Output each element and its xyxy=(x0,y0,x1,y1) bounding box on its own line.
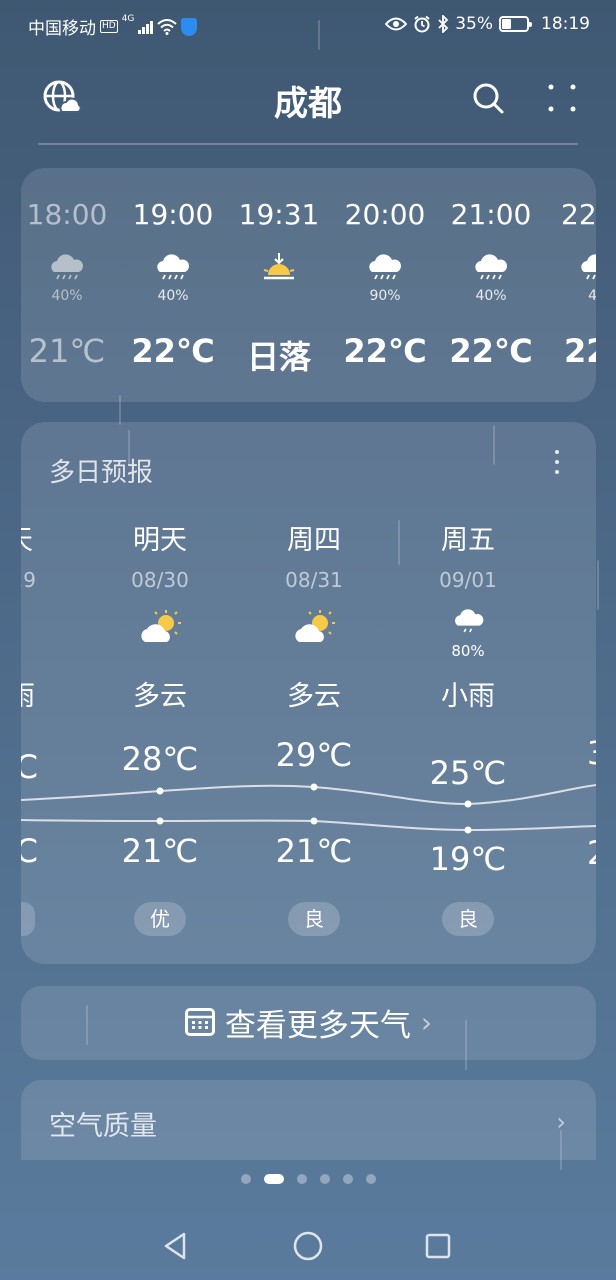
bluetooth-icon xyxy=(438,15,449,33)
hour-temp: 22℃ xyxy=(449,332,533,370)
calendar-icon xyxy=(184,1008,215,1036)
page-dot xyxy=(296,1174,307,1184)
air-quality-card[interactable]: 空气质量 › xyxy=(21,1080,596,1160)
high-temp-point xyxy=(464,800,472,808)
back-icon[interactable] xyxy=(156,1226,196,1266)
hour-time: 20:00 xyxy=(344,198,426,231)
rain-cloud-icon xyxy=(581,254,596,280)
sunset-icon xyxy=(263,253,295,280)
more-weather-label: 查看更多天气 xyxy=(224,1007,411,1044)
rain-cloud-icon xyxy=(475,254,507,280)
hourly-forecast-card[interactable]: 18:00 40% 21℃ 19:00 40% 22℃ 19:31 日落 20:… xyxy=(21,168,596,402)
day-date: 08/31 xyxy=(285,568,343,592)
low-temp-point xyxy=(156,817,164,825)
carrier-name: 中国移动 xyxy=(28,19,96,39)
page-dot xyxy=(240,1174,251,1184)
page-dot xyxy=(365,1174,376,1184)
low-temp: C xyxy=(21,832,38,870)
rain-cloud-icon xyxy=(51,254,83,280)
precip-chance: 90% xyxy=(369,288,401,304)
navigation-bar xyxy=(0,1210,616,1280)
hour-time: 19:31 xyxy=(238,198,320,231)
page-dot-active xyxy=(263,1174,284,1184)
air-quality-badge: 良 xyxy=(288,902,340,936)
app-header: 成都 xyxy=(0,70,616,130)
home-icon[interactable] xyxy=(288,1226,328,1266)
partly-cloudy-icon xyxy=(295,610,335,642)
hour-time: 21:00 xyxy=(450,198,532,231)
search-icon[interactable] xyxy=(468,78,508,118)
day-date: 09/01 xyxy=(439,568,497,592)
high-temp-point xyxy=(156,787,164,795)
day-name: 天 xyxy=(21,518,40,557)
more-menu-icon[interactable] xyxy=(542,78,582,118)
wifi-icon xyxy=(157,18,178,35)
hour-time: 22: xyxy=(561,198,596,231)
day-name: 明天 xyxy=(133,525,187,556)
city-title: 成都 xyxy=(274,84,342,124)
weather-description: 多云 xyxy=(133,681,187,712)
light-rain-icon xyxy=(455,609,484,633)
weather-description: 多云 xyxy=(287,681,341,712)
precip-chance: 40% xyxy=(475,288,507,304)
header-divider xyxy=(38,143,578,145)
low-temp-point xyxy=(464,826,472,834)
network-type: 4G xyxy=(121,14,135,24)
day-name: 周四 xyxy=(287,525,341,556)
rain-cloud-icon xyxy=(157,254,189,280)
multi-day-forecast-card[interactable]: 多日预报 天 29 雨 C C 明天 08/30 多云 28℃ 21℃ 优 周四 xyxy=(21,422,596,964)
recent-apps-icon[interactable] xyxy=(418,1226,458,1266)
clock-time: 18:19 xyxy=(541,14,590,34)
high-temp: 3 xyxy=(545,734,596,772)
security-shield-icon xyxy=(181,17,198,36)
partly-cloudy-icon xyxy=(141,610,181,642)
hour-time: 19:00 xyxy=(132,198,214,231)
chevron-right-icon: › xyxy=(556,1108,566,1136)
page-dot xyxy=(342,1174,353,1184)
signal-icon xyxy=(138,20,154,34)
hour-temp: 21℃ xyxy=(28,332,106,370)
high-temp: 28℃ xyxy=(121,740,199,778)
precip-chance: 40% xyxy=(51,288,83,304)
weather-description: 雨 xyxy=(21,681,35,712)
status-bar: 中国移动 HD 4G 35% 18:19 xyxy=(0,0,616,48)
air-quality-title: 空气质量 xyxy=(49,1111,157,1142)
eye-icon xyxy=(385,17,408,31)
hour-temp: 22℃ xyxy=(343,332,427,370)
precip-chance: 40 xyxy=(588,288,596,304)
low-temp-point xyxy=(310,817,318,825)
alarm-icon xyxy=(414,15,430,33)
chevron-right-icon: › xyxy=(420,1005,433,1039)
high-temp: 25℃ xyxy=(429,754,507,792)
low-temp: 2 xyxy=(545,834,596,872)
rain-streak xyxy=(597,560,599,610)
hd-badge: HD xyxy=(100,20,118,33)
rain-cloud-icon xyxy=(369,254,401,280)
battery-percent: 35% xyxy=(455,14,493,34)
precip-chance: 80% xyxy=(451,642,485,660)
day-name: 周五 xyxy=(441,525,495,556)
battery-icon xyxy=(499,16,532,32)
more-weather-button[interactable]: 查看更多天气 › xyxy=(21,986,596,1060)
day-date: 29 xyxy=(21,568,36,592)
hour-time: 18:00 xyxy=(26,198,108,231)
weather-description: 小雨 xyxy=(441,681,495,712)
air-quality-badge: 良 xyxy=(442,902,494,936)
precip-chance: 40% xyxy=(157,288,189,304)
air-quality-badge: 优 xyxy=(134,902,186,936)
low-temp-line xyxy=(21,819,596,832)
day-date: 08/30 xyxy=(131,568,189,592)
page-dot xyxy=(319,1174,330,1184)
low-temp: 21℃ xyxy=(121,832,199,870)
high-temp: C xyxy=(21,748,38,786)
hour-temp: 22℃ xyxy=(131,332,215,370)
hour-temp: 22 xyxy=(564,332,596,370)
sunset-label: 日落 xyxy=(246,338,311,376)
high-temp-point xyxy=(310,783,318,791)
low-temp: 21℃ xyxy=(275,832,353,870)
low-temp: 19℃ xyxy=(429,840,507,878)
page-indicator xyxy=(0,1174,616,1184)
high-temp: 29℃ xyxy=(275,736,353,774)
